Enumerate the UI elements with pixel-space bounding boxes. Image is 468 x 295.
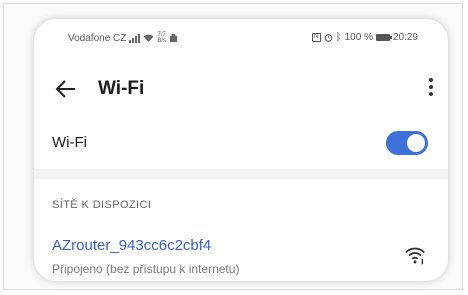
wifi-signal-icon [405, 247, 425, 265]
wifi-toggle-label: Wi-Fi [52, 134, 87, 151]
page-title: Wi-Fi [98, 78, 145, 99]
alarm-icon [324, 34, 332, 42]
status-right: N ᛒ 100 % 20:29 [311, 32, 418, 43]
back-arrow-icon[interactable] [54, 77, 78, 101]
status-left: Vodafone CZ 7/7 B/s [68, 32, 178, 44]
app-bar: Wi-Fi [34, 69, 448, 109]
screenshot-frame: Vodafone CZ 7/7 B/s N ᛒ 100 % 20:29 Wi-F… [3, 3, 463, 290]
carrier-name: Vodafone CZ [68, 32, 127, 44]
battery-percent: 100 % [344, 32, 373, 43]
bluetooth-icon: ᛒ [335, 32, 342, 43]
network-status: Připojeno (bez přístupu k internetu) [52, 262, 240, 276]
available-networks-header: SÍTĚ K DISPOZICI [52, 199, 152, 211]
nfc-icon: N [311, 33, 321, 42]
wifi-status-icon [143, 34, 154, 42]
status-bar: Vodafone CZ 7/7 B/s N ᛒ 100 % 20:29 [34, 19, 448, 55]
wifi-toggle-row[interactable]: Wi-Fi [34, 123, 448, 163]
section-divider [34, 169, 448, 179]
wifi-toggle-switch[interactable] [386, 131, 428, 155]
cell-signal-icon [129, 33, 141, 43]
speed-unit: B/s [157, 38, 167, 44]
clock: 20:29 [392, 32, 418, 43]
battery-icon [375, 34, 392, 41]
phone-screen: Vodafone CZ 7/7 B/s N ᛒ 100 % 20:29 Wi-F… [34, 19, 448, 281]
more-options-icon[interactable] [426, 75, 436, 103]
network-speed: 7/7 B/s [157, 32, 166, 44]
toggle-knob [407, 134, 425, 152]
notification-app-icon [169, 33, 178, 42]
network-name[interactable]: AZrouter_943cc6c2cbf4 [52, 237, 211, 254]
